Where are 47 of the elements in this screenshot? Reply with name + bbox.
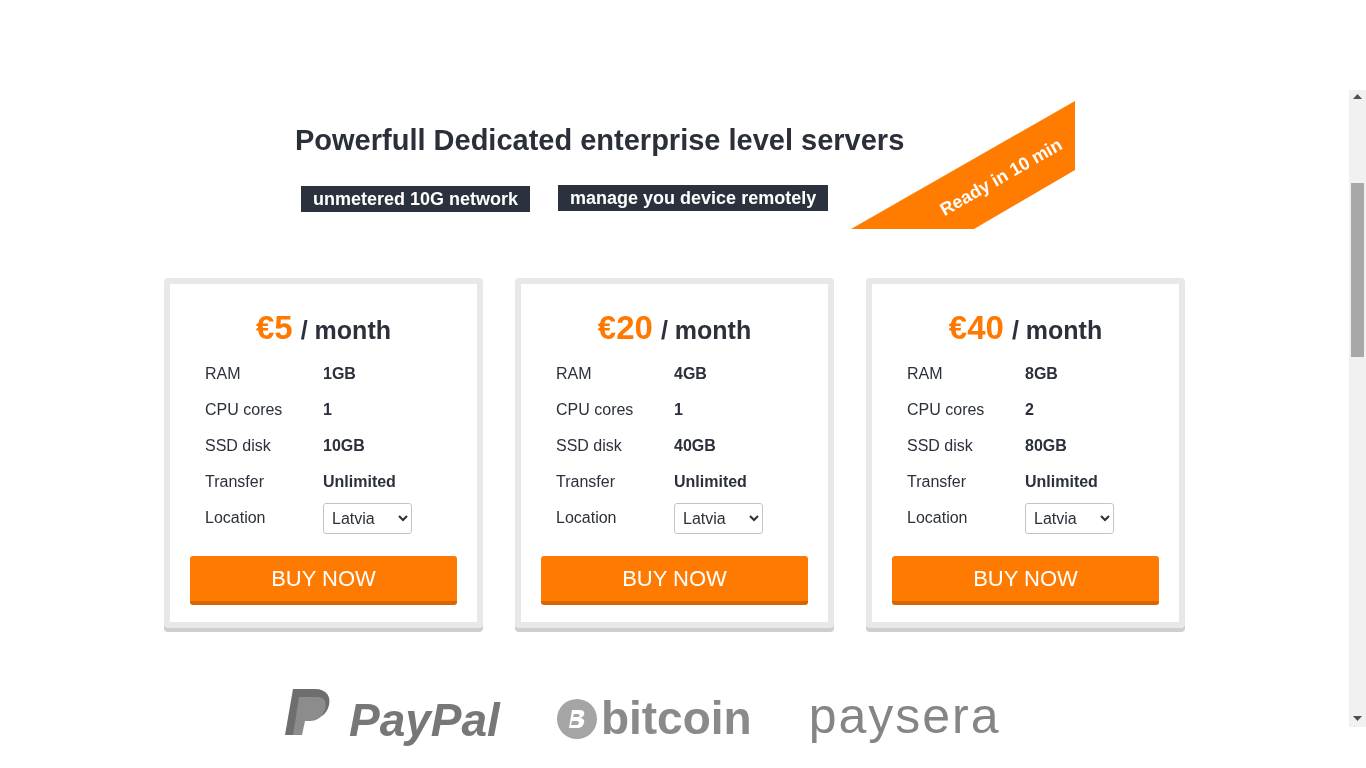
spec-label: RAM — [556, 365, 593, 383]
scrollbar[interactable] — [1349, 90, 1366, 727]
spec-label: Location — [556, 509, 618, 527]
spec-value: 8GB — [1025, 365, 1058, 383]
scrollbar-thumb[interactable] — [1351, 183, 1364, 357]
spec-label: RAM — [205, 365, 242, 383]
spec-value: 2 — [1025, 401, 1034, 419]
price-period: / month — [300, 315, 391, 346]
spec-value: Unlimited — [674, 473, 747, 491]
spec-label: SSD disk — [907, 437, 974, 455]
arrow-down-icon[interactable] — [1353, 716, 1362, 721]
price-period: / month — [1011, 315, 1103, 346]
spec-value: 1GB — [323, 365, 356, 383]
spec-label: SSD disk — [205, 437, 272, 455]
spec-label: Location — [205, 509, 267, 527]
price-period: / month — [660, 315, 752, 346]
spec-value: Unlimited — [1025, 473, 1098, 491]
spec-value: 1 — [674, 401, 683, 419]
spec-value: 4GB — [674, 365, 707, 383]
spec-label: CPU cores — [556, 401, 635, 419]
location-select[interactable]: Latvia — [323, 502, 412, 534]
payment-logo-text: bitcoin — [600, 695, 752, 741]
spec-label: CPU cores — [907, 401, 986, 419]
location-select[interactable]: Latvia — [674, 502, 763, 534]
payment-logo-text: paysera — [808, 691, 1001, 741]
spec-label: Transfer — [907, 473, 967, 491]
feature-tag: unmetered 10G network — [301, 186, 531, 212]
spec-label: CPU cores — [205, 401, 284, 419]
plan-price: €40 — [948, 311, 1004, 345]
plan-price: €5 — [256, 311, 293, 345]
location-select[interactable]: Latvia — [1025, 502, 1114, 534]
plan-price: €20 — [597, 311, 653, 345]
spec-value: 80GB — [1025, 437, 1067, 455]
page-heading: Powerfull Dedicated enterprise level servers — [295, 123, 905, 157]
spec-label: SSD disk — [556, 437, 623, 455]
spec-label: Location — [907, 509, 969, 527]
arrow-up-icon[interactable] — [1353, 94, 1362, 99]
spec-value: 1 — [323, 401, 332, 419]
feature-tag: manage you device remotely — [558, 185, 829, 211]
spec-value: Unlimited — [323, 473, 396, 491]
coin-icon — [556, 699, 597, 739]
spec-value: 10GB — [323, 437, 365, 455]
spec-label: RAM — [907, 365, 944, 383]
spec-value: 40GB — [674, 437, 716, 455]
spec-label: Transfer — [205, 473, 265, 491]
spec-label: Transfer — [556, 473, 616, 491]
p-mark-icon — [285, 689, 331, 735]
